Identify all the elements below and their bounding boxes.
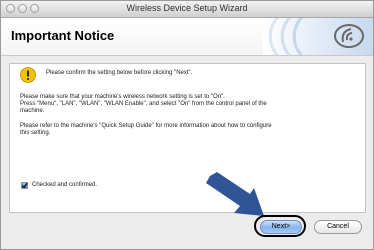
confirm-checkbox-label[interactable]: Checked and confirmed. [32, 182, 97, 190]
notice-panel: Please confirm the setting below before … [9, 63, 366, 216]
title-bar: Wireless Device Setup Wizard [1, 1, 373, 18]
confirm-instruction: Please confirm the setting below before … [46, 70, 193, 76]
warning-icon [20, 67, 36, 83]
confirm-checkbox[interactable] [21, 182, 28, 189]
guide-reference-line-2: this setting. [20, 130, 51, 136]
guide-reference-line-1: Please refer to the machine's "Quick Set… [20, 123, 272, 129]
window-title: Wireless Device Setup Wizard [126, 3, 248, 13]
checkmark-icon [21, 182, 28, 189]
setup-wizard-window: Wireless Device Setup Wizard Important N… [0, 0, 374, 250]
wizard-header: Important Notice [1, 18, 373, 56]
setting-instruction-line-2: Press "Menu", "LAN", "WLAN", "WLAN Enabl… [20, 101, 267, 107]
wireless-banner-graphic [263, 18, 373, 55]
cancel-button[interactable]: Cancel [314, 220, 362, 234]
page-title: Important Notice [11, 28, 115, 43]
setting-instruction-line-3: machine. [20, 108, 45, 114]
next-button[interactable]: Next> [260, 220, 302, 234]
pointer-arrow-graphic [206, 172, 264, 216]
